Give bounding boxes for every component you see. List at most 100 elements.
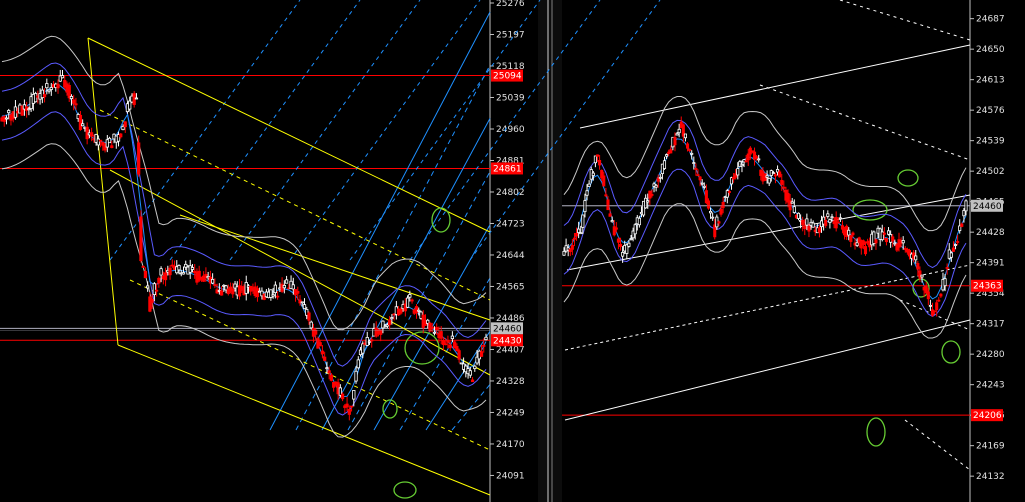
y-tick-label: 24802: [496, 188, 525, 198]
bollinger-band-lower: [563, 203, 967, 339]
candle-body: [470, 379, 475, 383]
candle-body: [721, 201, 725, 209]
candle-body: [962, 210, 966, 217]
candle-body: [773, 174, 778, 177]
candle-body: [271, 294, 275, 297]
candle-body: [123, 121, 127, 128]
candle-body: [273, 284, 277, 294]
trend-line: [579, 44, 971, 129]
candle-body: [606, 199, 610, 211]
candle-body: [356, 359, 360, 369]
candle-body: [692, 162, 696, 164]
candle-body: [157, 277, 161, 284]
candle-body: [56, 83, 60, 89]
candle-body: [168, 267, 172, 276]
price-tag-label: 24363: [973, 282, 1002, 292]
candle-body: [302, 304, 307, 309]
candle-body: [803, 225, 807, 230]
candle-body: [826, 213, 830, 217]
candle-body: [361, 343, 365, 354]
candle-body: [291, 284, 295, 290]
candle-body: [861, 240, 865, 246]
candle-body: [801, 219, 805, 226]
candle-body: [388, 319, 392, 326]
candle-body: [598, 159, 602, 166]
candle-body: [414, 306, 419, 314]
candle-body: [137, 142, 141, 175]
candle-body: [595, 154, 600, 157]
candle-body: [110, 145, 114, 149]
y-tick-label: 24170: [496, 440, 525, 450]
candle-body: [700, 182, 704, 185]
candle-body: [347, 408, 351, 415]
bollinger-band-upper: [563, 96, 967, 232]
y-tick-label: 24539: [976, 137, 1005, 147]
candle-body: [746, 153, 750, 161]
candle-body: [575, 232, 579, 237]
candle-body: [677, 128, 681, 134]
candle-body: [49, 87, 53, 90]
candle-body: [430, 326, 434, 329]
candle-body: [616, 238, 620, 243]
candle-body: [585, 190, 589, 196]
candle-body: [408, 294, 412, 298]
candle-body: [755, 156, 759, 159]
candle-body: [744, 160, 748, 163]
fan-line: [289, 0, 481, 261]
price-tag-label: 25094: [493, 72, 522, 82]
marker-ellipse: [404, 331, 440, 365]
candle-body: [399, 308, 403, 314]
y-tick-label: 24576: [976, 106, 1005, 116]
candle-body: [662, 160, 667, 169]
pane-separator: [538, 0, 562, 502]
candle-body: [284, 279, 289, 284]
candle-body: [926, 291, 930, 300]
candle-body: [933, 310, 937, 313]
candle-body: [318, 342, 322, 347]
candle-body: [838, 217, 842, 220]
candle-body: [694, 168, 698, 170]
y-tick-label: 24317: [976, 320, 1005, 330]
candle-body: [134, 97, 139, 100]
candle-body: [828, 219, 832, 223]
candle-body: [219, 290, 224, 296]
candle-body: [410, 299, 414, 302]
candle-body: [939, 293, 943, 297]
candle-body: [604, 194, 608, 197]
chart-canvas[interactable]: 2527625197251182503924960248812480224723…: [0, 0, 1025, 502]
price-tag-label: 24206: [973, 411, 1002, 421]
candle-body: [633, 224, 637, 235]
candle-body: [736, 168, 740, 176]
candle-body: [417, 309, 421, 312]
candle-body: [90, 132, 94, 137]
candle-body: [579, 232, 583, 235]
y-tick-label: 24407: [496, 345, 525, 355]
candle-body: [231, 288, 235, 295]
y-tick-label: 24091: [496, 471, 525, 481]
candle-body: [473, 365, 477, 370]
candle-body: [696, 174, 700, 177]
candle-body: [150, 299, 154, 303]
candle-body: [275, 295, 280, 298]
y-tick-label: 24243: [976, 381, 1005, 391]
candle-body: [811, 222, 815, 228]
candle-body: [67, 84, 71, 99]
candle-body: [750, 150, 754, 153]
candle-body: [706, 200, 711, 209]
candle-body: [882, 232, 886, 235]
channel-line: [179, 214, 491, 321]
candle-body: [7, 110, 11, 114]
candle-body: [479, 351, 484, 357]
channel-line: [87, 37, 491, 233]
candle-body: [432, 331, 437, 334]
candle-body: [152, 283, 156, 296]
candle-body: [817, 227, 821, 233]
candle-body: [943, 278, 947, 287]
candle-body: [782, 186, 786, 189]
candle-body: [669, 149, 673, 154]
candle-body: [141, 265, 145, 268]
candle-body: [951, 247, 955, 252]
candle-body: [646, 200, 650, 203]
candle-body: [47, 89, 51, 92]
trend-line: [904, 419, 971, 471]
